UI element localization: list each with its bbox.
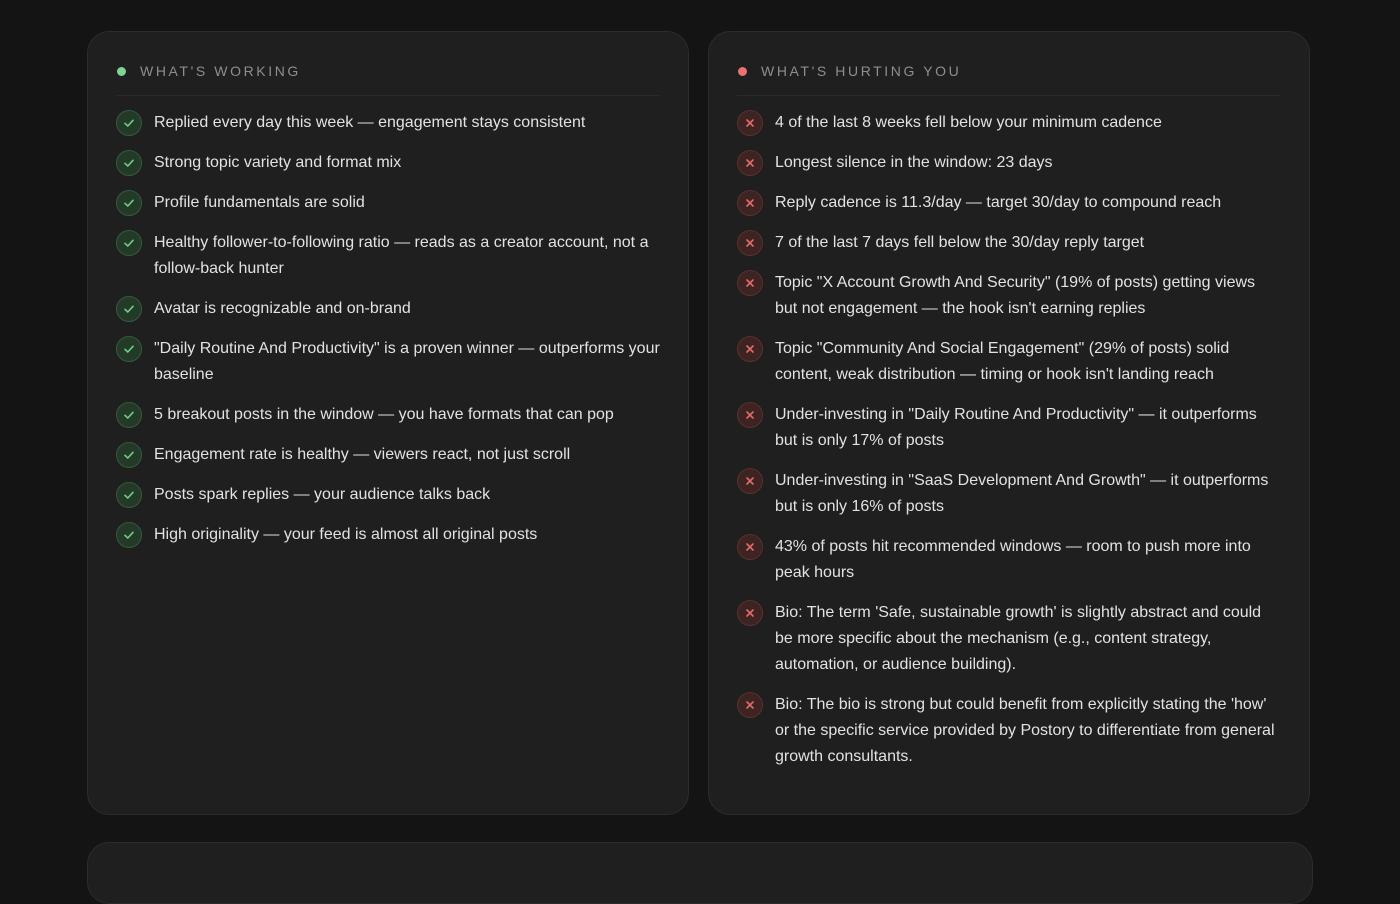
list-item-text: Replied every day this week — engagement…	[154, 114, 586, 131]
x-icon	[737, 402, 763, 428]
check-icon	[116, 522, 142, 548]
list-item-text: Engagement rate is healthy — viewers rea…	[154, 446, 571, 463]
list-item: Strong topic variety and format mix	[116, 150, 660, 176]
list-item: 7 of the last 7 days fell below the 30/d…	[737, 230, 1281, 256]
list-item: Profile fundamentals are solid	[116, 190, 660, 216]
red-status-dot	[738, 66, 747, 76]
check-icon	[116, 190, 142, 216]
check-icon	[116, 150, 142, 176]
list-item: Healthy follower-to-following ratio — re…	[116, 230, 660, 282]
list-item: 43% of posts hit recommended windows — r…	[737, 534, 1281, 586]
list-item-text: Under-investing in "Daily Routine And Pr…	[775, 406, 1257, 449]
next-section-card	[87, 842, 1313, 904]
x-icon	[737, 230, 763, 256]
list-item: Longest silence in the window: 23 days	[737, 150, 1281, 176]
list-item: Under-investing in "SaaS Development And…	[737, 468, 1281, 520]
x-icon	[737, 270, 763, 296]
green-status-dot	[117, 66, 126, 76]
list-item-text: Avatar is recognizable and on-brand	[154, 300, 411, 317]
list-item-text: Under-investing in "SaaS Development And…	[775, 472, 1269, 515]
list-item: Avatar is recognizable and on-brand	[116, 296, 660, 322]
list-item-text: Reply cadence is 11.3/day — target 30/da…	[775, 194, 1222, 211]
whats-hurting-panel: What's hurting you 4 of the last 8 weeks…	[708, 31, 1310, 815]
x-icon	[737, 336, 763, 362]
check-icon	[116, 442, 142, 468]
list-item-text: Topic "X Account Growth And Security" (1…	[775, 274, 1256, 317]
list-item: Bio: The term 'Safe, sustainable growth'…	[737, 600, 1281, 678]
panel-header: What's hurting you	[737, 32, 1281, 96]
x-icon	[737, 600, 763, 626]
list-item: Replied every day this week — engagement…	[116, 110, 660, 136]
list-item-text: Strong topic variety and format mix	[154, 154, 402, 171]
list-item-text: Bio: The bio is strong but could benefit…	[775, 696, 1275, 765]
list-item: Reply cadence is 11.3/day — target 30/da…	[737, 190, 1281, 216]
list-item: Engagement rate is healthy — viewers rea…	[116, 442, 660, 468]
x-icon	[737, 150, 763, 176]
list-item-text: 7 of the last 7 days fell below the 30/d…	[775, 234, 1145, 251]
check-icon	[116, 296, 142, 322]
check-icon	[116, 110, 142, 136]
working-list: Replied every day this week — engagement…	[116, 110, 660, 548]
list-item-text: 43% of posts hit recommended windows — r…	[775, 538, 1251, 581]
list-item: Bio: The bio is strong but could benefit…	[737, 692, 1281, 770]
x-icon	[737, 692, 763, 718]
list-item-text: High originality — your feed is almost a…	[154, 526, 538, 543]
x-icon	[737, 468, 763, 494]
panel-title: What's working	[140, 63, 301, 79]
check-icon	[116, 230, 142, 256]
list-item-text: Topic "Community And Social Engagement" …	[775, 340, 1230, 383]
list-item-text: Longest silence in the window: 23 days	[775, 154, 1053, 171]
list-item: Posts spark replies — your audience talk…	[116, 482, 660, 508]
panel-header: What's working	[116, 32, 660, 96]
list-item: Under-investing in "Daily Routine And Pr…	[737, 402, 1281, 454]
list-item: 4 of the last 8 weeks fell below your mi…	[737, 110, 1281, 136]
x-icon	[737, 110, 763, 136]
list-item: Topic "X Account Growth And Security" (1…	[737, 270, 1281, 322]
x-icon	[737, 190, 763, 216]
list-item: High originality — your feed is almost a…	[116, 522, 660, 548]
list-item: "Daily Routine And Productivity" is a pr…	[116, 336, 660, 388]
list-item: Topic "Community And Social Engagement" …	[737, 336, 1281, 388]
check-icon	[116, 336, 142, 362]
list-item-text: 5 breakout posts in the window — you hav…	[154, 406, 614, 423]
x-icon	[737, 534, 763, 560]
list-item-text: Healthy follower-to-following ratio — re…	[154, 234, 649, 277]
list-item-text: Profile fundamentals are solid	[154, 194, 365, 211]
list-item-text: 4 of the last 8 weeks fell below your mi…	[775, 114, 1162, 131]
list-item: 5 breakout posts in the window — you hav…	[116, 402, 660, 428]
list-item-text: Posts spark replies — your audience talk…	[154, 486, 491, 503]
hurting-list: 4 of the last 8 weeks fell below your mi…	[737, 110, 1281, 770]
list-item-text: "Daily Routine And Productivity" is a pr…	[154, 340, 660, 383]
list-item-text: Bio: The term 'Safe, sustainable growth'…	[775, 604, 1262, 673]
whats-working-panel: What's working Replied every day this we…	[87, 31, 689, 815]
panel-title: What's hurting you	[761, 63, 962, 79]
check-icon	[116, 482, 142, 508]
check-icon	[116, 402, 142, 428]
